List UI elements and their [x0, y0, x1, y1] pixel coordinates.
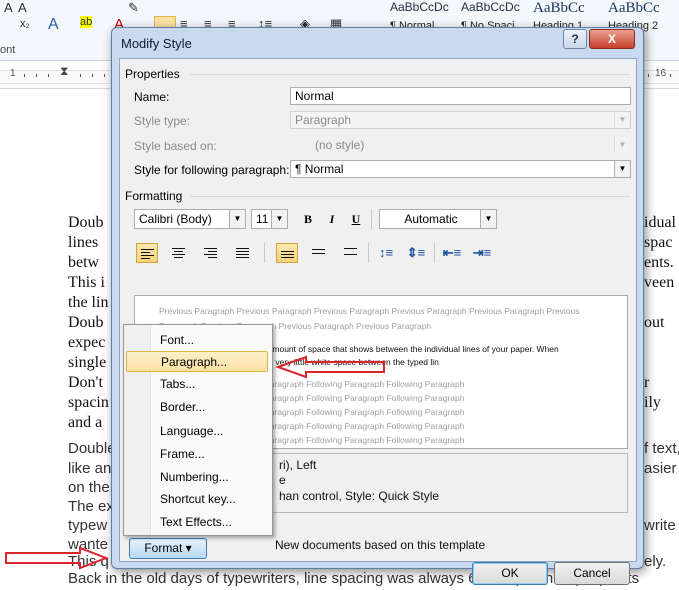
style-following-select[interactable]: ¶ Normal ▼: [290, 160, 631, 178]
properties-group-label: Properties: [125, 67, 180, 81]
highlight-icon[interactable]: ab: [80, 16, 93, 28]
doc-text: spac: [644, 234, 673, 251]
doc-text: the lin: [68, 294, 109, 311]
doc-text: Doub: [68, 314, 104, 331]
align-left-icon[interactable]: [136, 243, 158, 263]
font-color-select[interactable]: Automatic ▼: [379, 209, 497, 229]
menu-item-tabs[interactable]: Tabs...: [126, 374, 268, 395]
name-label: Name:: [134, 90, 170, 104]
ruler-mark-left: 1: [10, 68, 16, 79]
help-icon[interactable]: ?: [563, 29, 587, 49]
doc-text: spacin: [68, 394, 109, 411]
paragraph-spacing-icon[interactable]: ⇕≡: [406, 243, 426, 263]
dropdown-arrow-icon: ▼: [480, 210, 496, 228]
font-color-icon[interactable]: A: [18, 0, 27, 15]
decrease-indent-icon[interactable]: ⇤≡: [442, 243, 462, 263]
font-group-label: ont: [0, 44, 16, 56]
doc-text: write: [644, 517, 676, 534]
doc-text: Double: [68, 440, 116, 457]
doc-text: lines: [68, 234, 99, 251]
menu-item-paragraph[interactable]: Paragraph...: [126, 351, 268, 372]
format-painter-icon[interactable]: ✎: [128, 0, 139, 16]
menu-item-language[interactable]: Language...: [126, 421, 268, 442]
underline-icon[interactable]: A: [4, 0, 13, 15]
doc-text: out: [644, 314, 665, 331]
style-based-on-label: Style based on:: [134, 139, 217, 153]
menu-item-font[interactable]: Font...: [126, 330, 268, 351]
style-following-label: Style for following paragraph:: [134, 163, 290, 177]
doc-text: veen: [644, 274, 675, 291]
red-arrow-annotation: [275, 355, 385, 379]
align-right-icon[interactable]: [200, 243, 222, 263]
single-spacing-icon[interactable]: [276, 243, 298, 263]
dropdown-arrow-icon: ▼: [614, 161, 630, 177]
doc-text: single: [68, 354, 107, 371]
menu-item-numbering[interactable]: Numbering...: [126, 467, 268, 488]
dropdown-arrow-icon: ▼: [614, 137, 630, 153]
doc-text: The ex: [68, 498, 114, 515]
italic-button[interactable]: I: [322, 209, 342, 229]
doc-text: Don't: [68, 374, 103, 391]
doc-text: r: [644, 374, 650, 391]
font-select[interactable]: Calibri (Body) ▼: [134, 209, 246, 229]
red-arrow-annotation: [5, 546, 109, 570]
bold-button[interactable]: B: [298, 209, 318, 229]
menu-item-border[interactable]: Border...: [126, 397, 268, 418]
format-button[interactable]: Format ▾: [129, 538, 207, 559]
dropdown-arrow-icon: ▼: [271, 210, 287, 228]
doc-text: expec: [68, 334, 106, 351]
doc-text: f text,: [644, 440, 679, 457]
doc-text: ents.: [644, 254, 674, 271]
style-based-on-select[interactable]: (no style) ▼: [290, 136, 631, 154]
ruler-mark-right: 16: [655, 68, 667, 79]
doc-text: idual: [644, 214, 676, 231]
dropdown-arrow-icon: ▼: [614, 112, 630, 128]
line-spacing-icon[interactable]: ↕≡: [376, 243, 396, 263]
doc-text: and a: [68, 414, 103, 431]
doc-text: asier: [644, 460, 677, 477]
dropdown-arrow-icon: ▼: [229, 210, 245, 228]
doc-text: ily: [644, 394, 661, 411]
dialog-title: Modify Style: [121, 36, 192, 51]
menu-item-text-effects[interactable]: Text Effects...: [126, 512, 268, 533]
doc-text: on the: [68, 479, 110, 496]
underline-button[interactable]: U: [346, 209, 366, 229]
format-menu: Font... Paragraph... Tabs... Border... L…: [123, 324, 273, 536]
formatting-group-label: Formatting: [125, 189, 183, 203]
subscript-icon[interactable]: x₂: [20, 18, 30, 30]
style-type-label: Style type:: [134, 114, 191, 128]
ok-button[interactable]: OK: [472, 562, 548, 585]
font-size-select[interactable]: 11 ▼: [251, 209, 288, 229]
double-spacing-icon[interactable]: [340, 243, 362, 263]
cancel-button[interactable]: Cancel: [554, 562, 630, 585]
menu-item-frame[interactable]: Frame...: [126, 444, 268, 465]
doc-text: This i: [68, 274, 105, 291]
align-center-icon[interactable]: [168, 243, 190, 263]
doc-text: betw: [68, 254, 100, 271]
text-effects-icon[interactable]: A: [48, 16, 59, 34]
style-type-select[interactable]: Paragraph ▼: [290, 111, 631, 129]
indent-marker-icon[interactable]: ⧗: [60, 64, 68, 79]
name-input[interactable]: Normal: [290, 87, 631, 105]
indent-icon[interactable]: ⇥≡: [472, 243, 492, 263]
menu-item-shortcut-key[interactable]: Shortcut key...: [126, 489, 268, 510]
justify-icon[interactable]: [232, 243, 254, 263]
one-half-spacing-icon[interactable]: [308, 243, 330, 263]
close-icon[interactable]: X: [589, 29, 635, 49]
doc-text: Doub: [68, 214, 104, 231]
doc-text: like an: [68, 460, 112, 477]
doc-text: ely.: [644, 553, 667, 570]
new-documents-option[interactable]: New documents based on this template: [275, 538, 485, 552]
doc-text: typew: [68, 517, 108, 534]
